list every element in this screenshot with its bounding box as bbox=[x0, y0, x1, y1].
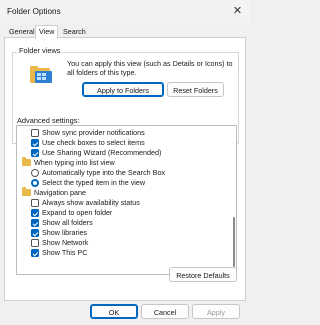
setting-label: Show This PC bbox=[42, 248, 88, 257]
folder-views-label: Folder views bbox=[17, 46, 63, 55]
setting-show-all-folders[interactable]: Show all folders bbox=[17, 218, 227, 228]
checkbox-unchecked[interactable] bbox=[31, 129, 39, 137]
setting-show-network[interactable]: Show Network bbox=[17, 238, 227, 248]
folder-views-description: You can apply this view (such as Details… bbox=[67, 59, 233, 77]
checkbox-unchecked[interactable] bbox=[31, 199, 39, 207]
ok-button[interactable]: OK bbox=[90, 304, 138, 319]
setting-show-libraries[interactable]: Show libraries bbox=[17, 228, 227, 238]
setting-use-check-boxes[interactable]: Use check boxes to select items bbox=[17, 138, 227, 148]
setting-label: Show all folders bbox=[42, 218, 93, 227]
checkbox-checked[interactable] bbox=[31, 249, 39, 257]
folder-view-icon bbox=[30, 66, 52, 83]
setting-label: Show sync provider notifications bbox=[42, 128, 145, 137]
checkbox-checked[interactable] bbox=[31, 229, 39, 237]
window-title: Folder Options bbox=[7, 7, 61, 16]
checkbox-checked[interactable] bbox=[31, 139, 39, 147]
group-label: When typing into list view bbox=[34, 158, 115, 167]
setting-label: Show Network bbox=[42, 238, 89, 247]
checkbox-checked[interactable] bbox=[31, 149, 39, 157]
setting-show-sync-notifications[interactable]: Show sync provider notifications bbox=[17, 128, 227, 138]
scrollbar[interactable] bbox=[231, 127, 235, 273]
setting-label: Use check boxes to select items bbox=[42, 138, 145, 147]
view-tab-panel: Folder views You can apply this view (su… bbox=[4, 37, 246, 301]
group-navigation-pane: Navigation pane bbox=[17, 187, 227, 198]
reset-folders-button[interactable]: Reset Folders bbox=[167, 82, 224, 97]
checkbox-checked[interactable] bbox=[31, 209, 39, 217]
setting-select-typed-item[interactable]: Select the typed item in the view bbox=[17, 178, 227, 188]
advanced-settings-list[interactable]: Show sync provider notifications Use che… bbox=[16, 125, 237, 275]
setting-label: Show libraries bbox=[42, 228, 88, 237]
setting-label: Expand to open folder bbox=[42, 208, 113, 217]
setting-label: Use Sharing Wizard (Recommended) bbox=[42, 148, 162, 157]
checkbox-checked[interactable] bbox=[31, 219, 39, 227]
radio-selected[interactable] bbox=[31, 179, 39, 187]
close-icon[interactable]: ✕ bbox=[231, 5, 244, 18]
folder-icon bbox=[22, 187, 31, 196]
apply-to-folders-button[interactable]: Apply to Folders bbox=[82, 82, 164, 97]
radio-unselected[interactable] bbox=[31, 169, 39, 177]
folder-icon bbox=[22, 157, 31, 166]
setting-label: Select the typed item in the view bbox=[42, 178, 146, 187]
setting-sharing-wizard[interactable]: Use Sharing Wizard (Recommended) bbox=[17, 148, 227, 158]
apply-button[interactable]: Apply bbox=[192, 304, 240, 319]
setting-always-show-availability[interactable]: Always show availability status bbox=[17, 198, 227, 208]
scrollbar-thumb[interactable] bbox=[233, 217, 235, 267]
setting-label: Automatically type into the Search Box bbox=[42, 168, 166, 177]
cancel-button[interactable]: Cancel bbox=[141, 304, 189, 319]
setting-expand-to-open-folder[interactable]: Expand to open folder bbox=[17, 208, 227, 218]
group-label: Navigation pane bbox=[34, 188, 86, 197]
restore-defaults-button[interactable]: Restore Defaults bbox=[169, 267, 237, 282]
group-when-typing: When typing into list view bbox=[17, 157, 227, 168]
advanced-settings-label: Advanced settings: bbox=[17, 116, 80, 125]
setting-label: Always show availability status bbox=[42, 198, 140, 207]
checkbox-unchecked[interactable] bbox=[31, 239, 39, 247]
setting-auto-type-search[interactable]: Automatically type into the Search Box bbox=[17, 168, 227, 178]
tab-view[interactable]: View bbox=[35, 25, 59, 39]
title-bar: Folder Options ✕ bbox=[0, 0, 250, 24]
setting-show-this-pc[interactable]: Show This PC bbox=[17, 248, 227, 258]
